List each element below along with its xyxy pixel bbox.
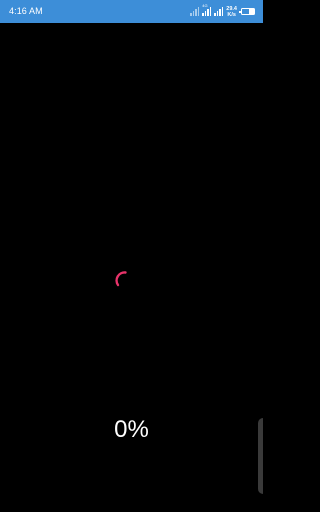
signal-empty-icon [190,7,200,16]
signal-icon [202,7,212,16]
network-speed-value: 29.4 [226,5,237,12]
network-speed-unit: K/s [227,11,236,18]
spinner-icon [115,271,127,287]
sim-network-tag: 4G [202,3,208,8]
loading-screen: 4:16 AM 4G 29.4 K/s 0% [0,0,263,512]
status-time: 4:16 AM [9,6,43,16]
signal-secondary-icon [214,7,224,16]
battery-icon [239,8,255,15]
signal-group: 4G [202,3,212,16]
progress-percentage: 0% [114,416,149,443]
network-speed: 29.4 K/s [226,6,237,18]
status-bar: 4:16 AM 4G 29.4 K/s [0,0,263,23]
status-icons: 4G 29.4 K/s [190,4,255,19]
edge-panel-handle[interactable] [258,418,263,494]
